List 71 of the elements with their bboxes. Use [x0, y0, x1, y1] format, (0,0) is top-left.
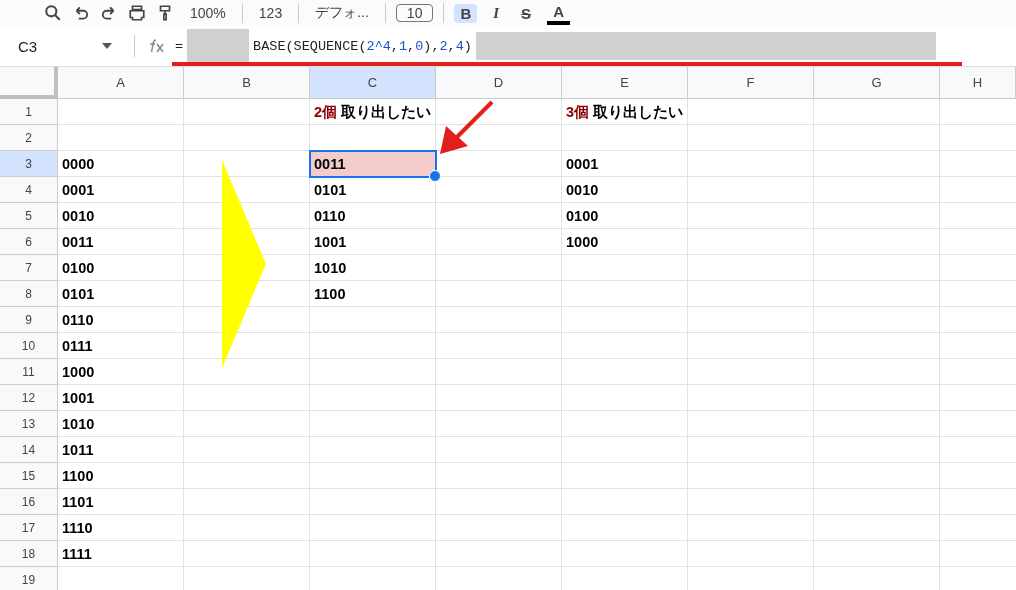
row-header[interactable]: 12: [0, 385, 58, 411]
row-header[interactable]: 17: [0, 515, 58, 541]
row-header[interactable]: 8: [0, 281, 58, 307]
column-header[interactable]: F: [688, 67, 814, 99]
table-cell[interactable]: 1011: [58, 437, 184, 463]
table-cell[interactable]: 1010: [58, 411, 184, 437]
table-cell[interactable]: 1111: [58, 541, 184, 567]
font-select[interactable]: デフォ...: [309, 3, 375, 23]
row-header[interactable]: 13: [0, 411, 58, 437]
table-cell[interactable]: 0110: [58, 307, 184, 333]
name-box[interactable]: C3: [18, 37, 38, 55]
row-header[interactable]: 7: [0, 255, 58, 281]
font-size-field[interactable]: 10: [395, 4, 434, 22]
column-header[interactable]: H: [940, 67, 1016, 99]
table-cell[interactable]: 3個 取り出したい: [562, 99, 688, 125]
function-icon: [147, 38, 167, 54]
column-header[interactable]: B: [184, 67, 310, 99]
table-cell[interactable]: 0001: [58, 177, 184, 203]
row-header[interactable]: 9: [0, 307, 58, 333]
number-format-button[interactable]: 123: [252, 4, 289, 22]
table-cell[interactable]: 1010: [310, 255, 436, 281]
table-cell[interactable]: 0101: [310, 177, 436, 203]
strikethrough-button[interactable]: S: [515, 3, 538, 23]
table-cell[interactable]: 1101: [58, 489, 184, 515]
column-header[interactable]: D: [436, 67, 562, 99]
row-header[interactable]: 2: [0, 125, 58, 151]
table-cell[interactable]: 0010: [58, 203, 184, 229]
column-header[interactable]: E: [562, 67, 688, 99]
fill-handle[interactable]: [429, 170, 441, 182]
row-header[interactable]: 10: [0, 333, 58, 359]
table-cell[interactable]: 2個 取り出したい: [310, 99, 436, 125]
table-cell[interactable]: 0010: [562, 177, 688, 203]
table-cell[interactable]: 0100: [562, 203, 688, 229]
table-cell[interactable]: 0011: [58, 229, 184, 255]
table-cell[interactable]: 0111: [58, 333, 184, 359]
row-header[interactable]: 16: [0, 489, 58, 515]
table-cell[interactable]: 1000: [58, 359, 184, 385]
table-cell[interactable]: 1000: [562, 229, 688, 255]
caret-icon[interactable]: [102, 43, 112, 49]
column-header[interactable]: G: [814, 67, 940, 99]
table-cell[interactable]: 1100: [58, 463, 184, 489]
table-cell[interactable]: 1001: [310, 229, 436, 255]
column-header[interactable]: C: [310, 67, 436, 99]
italic-button[interactable]: I: [487, 3, 506, 23]
row-header[interactable]: 3: [0, 151, 58, 177]
table-cell[interactable]: 0110: [310, 203, 436, 229]
table-cell[interactable]: 1110: [58, 515, 184, 541]
table-cell[interactable]: 0001: [562, 151, 688, 177]
row-header[interactable]: 18: [0, 541, 58, 567]
row-header[interactable]: 1: [0, 99, 58, 125]
redaction-box: [187, 29, 250, 63]
table-cell[interactable]: 1001: [58, 385, 184, 411]
table-cell[interactable]: 0000: [58, 151, 184, 177]
row-header[interactable]: 11: [0, 359, 58, 385]
column-header[interactable]: A: [58, 67, 184, 99]
text-color-button[interactable]: A: [547, 1, 570, 25]
row-header[interactable]: 15: [0, 463, 58, 489]
zoom-select[interactable]: 100%: [184, 4, 232, 22]
row-header[interactable]: 19: [0, 567, 58, 590]
row-header[interactable]: 4: [0, 177, 58, 203]
formula-field[interactable]: = BASE(SEQUENCE(2^4,1,0),2,4): [175, 29, 940, 63]
row-header[interactable]: 14: [0, 437, 58, 463]
row-header[interactable]: 5: [0, 203, 58, 229]
row-header[interactable]: 6: [0, 229, 58, 255]
table-cell[interactable]: 0100: [58, 255, 184, 281]
table-cell[interactable]: 0101: [58, 281, 184, 307]
search-icon[interactable]: [44, 4, 62, 22]
table-cell[interactable]: 1100: [310, 281, 436, 307]
arrow: [438, 100, 494, 156]
print-icon[interactable]: [128, 4, 146, 22]
bold-button[interactable]: B: [454, 3, 478, 23]
